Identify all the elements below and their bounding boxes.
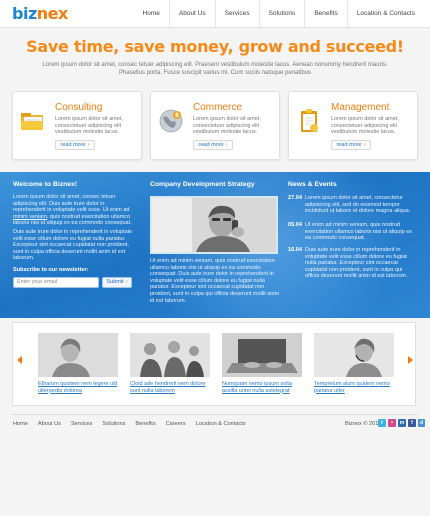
welcome-text-2: Duis aute irure dolor in reprehenderit i… bbox=[13, 229, 133, 262]
gallery-caption[interactable]: Tempretum alum quidem nemo pariatur ulte… bbox=[314, 381, 396, 394]
news-text: Lorem ipsum dolor sit amet, consectetur … bbox=[305, 195, 411, 215]
footer-link-location-contacts[interactable]: Location & Contacts bbox=[196, 421, 246, 427]
clipboard-icon bbox=[301, 109, 318, 132]
gallery-thumb[interactable] bbox=[38, 333, 118, 377]
business-meeting-image bbox=[130, 333, 210, 377]
box-title: Consulting bbox=[55, 102, 103, 113]
gallery-next-arrow-icon[interactable] bbox=[408, 356, 413, 364]
welcome-link[interactable]: minim veniam bbox=[13, 214, 47, 220]
service-box-consulting: Consulting Lorem ipsum dolor sit amet, c… bbox=[12, 91, 142, 160]
nav-benefits[interactable]: Benefits bbox=[304, 0, 347, 28]
read-more-button[interactable]: read more › bbox=[331, 140, 371, 150]
nav-home[interactable]: Home bbox=[134, 0, 169, 28]
submit-button[interactable]: Submit › bbox=[102, 277, 132, 288]
footer-link-solutions[interactable]: Solutions bbox=[102, 421, 125, 427]
footer-link-benefits[interactable]: Benefits bbox=[135, 421, 155, 427]
strategy-text: Ut enim ad minim veniam, quis nostrud ex… bbox=[150, 258, 280, 304]
copyright: Biznex © 2011 bbox=[345, 421, 382, 427]
nav-services[interactable]: Services bbox=[214, 0, 259, 28]
nav-about-us[interactable]: About Us bbox=[168, 0, 215, 28]
gallery-caption[interactable]: Etharum quistem nem legere ulit ulterped… bbox=[38, 381, 120, 394]
gallery-thumb[interactable] bbox=[130, 333, 210, 377]
headset-operator-image bbox=[314, 333, 394, 377]
nav-solutions[interactable]: Solutions bbox=[258, 0, 305, 28]
welcome-text-1a: Lorem ipsum dolor sit amet, consec tetue… bbox=[13, 194, 130, 214]
news-date: 16.04 bbox=[288, 247, 302, 253]
box-text: Lorem ipsum dolor sit amet, consectetuer… bbox=[55, 116, 123, 136]
svg-text:$: $ bbox=[175, 112, 179, 119]
arrow-right-icon: › bbox=[87, 142, 90, 148]
footer-link-home[interactable]: Home bbox=[13, 421, 28, 427]
logo-part-2: nex bbox=[36, 4, 69, 23]
facebook-icon[interactable]: f bbox=[408, 419, 416, 427]
main-nav: Home About Us Services Solutions Benefit… bbox=[134, 0, 424, 28]
header: biznex Home About Us Services Solutions … bbox=[0, 0, 430, 28]
read-more-label: read more bbox=[336, 142, 362, 148]
read-more-label: read more bbox=[60, 142, 86, 148]
hero-subtitle: Lorem ipsum dolor sit amet, consec tetue… bbox=[42, 62, 388, 76]
read-more-button[interactable]: read more › bbox=[55, 140, 95, 150]
arrow-right-icon: › bbox=[125, 279, 128, 285]
footer-divider bbox=[12, 414, 418, 415]
twitter-icon[interactable]: t bbox=[378, 419, 386, 427]
arrow-right-icon: › bbox=[225, 142, 228, 148]
nav-location-contacts[interactable]: Location & Contacts bbox=[346, 0, 424, 28]
footer-link-about-us[interactable]: About Us bbox=[38, 421, 61, 427]
news-text: Duis aute irure dolor in reprehenderit i… bbox=[305, 247, 408, 280]
read-more-button[interactable]: read more › bbox=[193, 140, 233, 150]
globe-icon: $ bbox=[159, 109, 183, 133]
read-more-label: read more bbox=[198, 142, 224, 148]
folder-icon bbox=[21, 113, 43, 130]
logo[interactable]: biznex bbox=[12, 4, 68, 23]
laptop-typing-image bbox=[222, 333, 302, 377]
box-text: Lorem ipsum dolor sit amet, consectetuer… bbox=[331, 116, 399, 136]
myspace-icon[interactable]: m bbox=[398, 419, 406, 427]
welcome-heading: Welcome to Biznex! bbox=[13, 181, 78, 188]
logo-part-1: biz bbox=[12, 4, 37, 23]
box-text: Lorem ipsum dolor sit amet, consectetuer… bbox=[193, 116, 261, 136]
box-title: Management bbox=[331, 102, 390, 113]
service-box-management: Management Lorem ipsum dolor sit amet, c… bbox=[288, 91, 418, 160]
businessman-phone-image bbox=[152, 198, 276, 252]
strategy-heading: Company Development Strategy bbox=[150, 181, 255, 188]
hero-title: Save time, save money, grow and succeed! bbox=[26, 37, 404, 56]
woman-portrait-image bbox=[38, 333, 118, 377]
page: biznex Home About Us Services Solutions … bbox=[0, 0, 430, 516]
gallery-thumb[interactable] bbox=[314, 333, 394, 377]
news-date: 05.04 bbox=[288, 222, 302, 228]
submit-label: Submit bbox=[106, 279, 124, 285]
hero: Save time, save money, grow and succeed!… bbox=[0, 28, 430, 86]
newsletter-label: Subscribe to our newsletter: bbox=[13, 267, 89, 273]
news-date: 27.04 bbox=[288, 195, 302, 201]
news-text: Ut enim ad minim veniam, quis nostrud ex… bbox=[305, 222, 412, 242]
gallery-thumb[interactable] bbox=[222, 333, 302, 377]
service-box-commerce: $ Commerce Lorem ipsum dolor sit amet, c… bbox=[150, 91, 280, 160]
box-title: Commerce bbox=[193, 102, 242, 113]
welcome-text-1: Lorem ipsum dolor sit amet, consec tetue… bbox=[13, 194, 137, 227]
gallery-caption[interactable]: Cloid ade hendrerit nem dolore sunt null… bbox=[130, 381, 212, 394]
gallery-caption[interactable]: Numquam nemo ipsum solta assilla untel n… bbox=[222, 381, 304, 394]
flickr-icon[interactable]: • bbox=[388, 419, 396, 427]
strategy-photo bbox=[150, 196, 278, 254]
news-heading: News & Events bbox=[288, 181, 337, 188]
delicious-icon[interactable]: d bbox=[418, 419, 425, 427]
email-input[interactable]: Enter your email bbox=[13, 277, 99, 288]
gallery-prev-arrow-icon[interactable] bbox=[17, 356, 22, 364]
footer-link-careers[interactable]: Careers bbox=[166, 421, 186, 427]
footer-nav: Home About Us Services Solutions Benefit… bbox=[13, 421, 256, 427]
arrow-right-icon: › bbox=[363, 142, 366, 148]
footer-link-services[interactable]: Services bbox=[71, 421, 92, 427]
